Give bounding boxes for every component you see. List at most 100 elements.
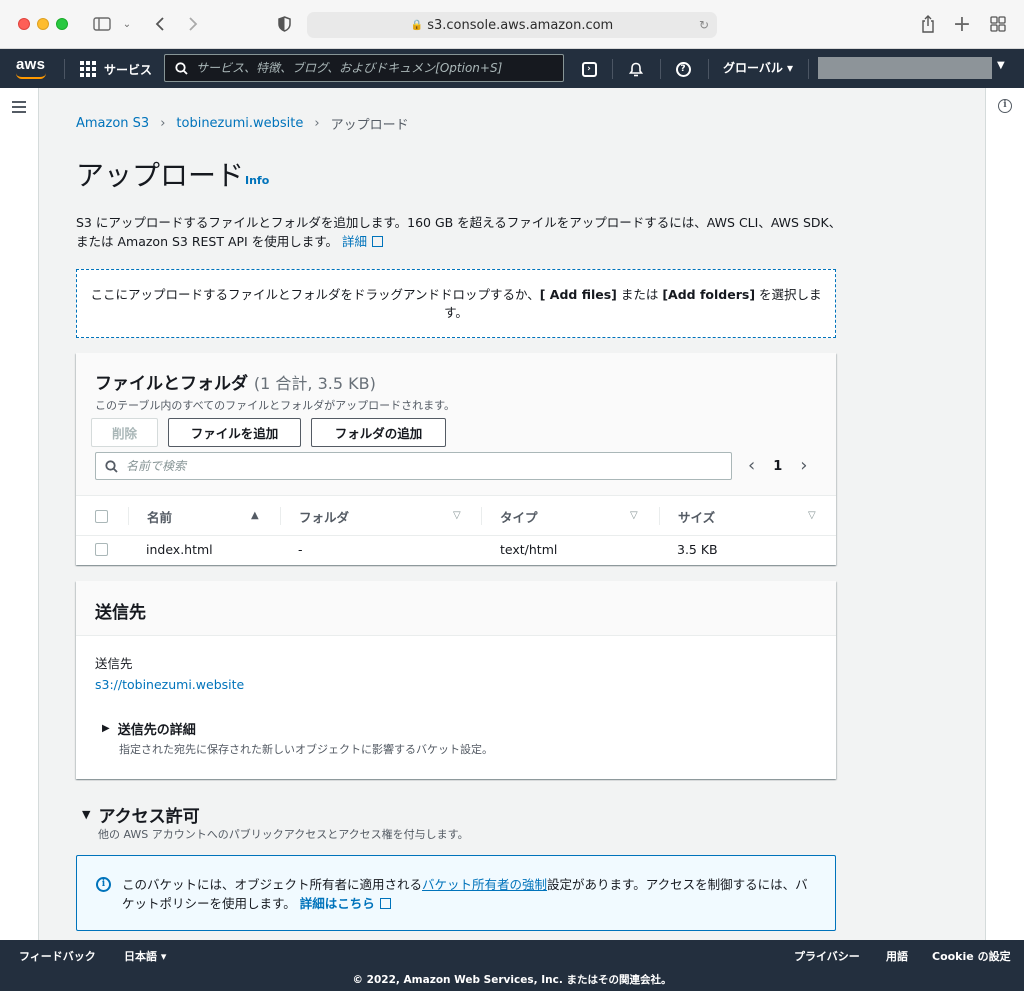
external-link-icon [371,236,383,247]
search-icon [175,61,188,75]
region-selector[interactable]: グローバル ▾ [723,59,793,76]
breadcrumb-s3[interactable]: Amazon S3 [76,116,149,131]
dropzone-text: または [616,287,663,302]
cookie-preferences-link[interactable]: Cookie の設定 [932,948,1011,964]
files-and-folders-panel: ファイルとフォルダ (1 合計, 3.5 KB) このテーブル内のすべてのファイ… [76,353,836,565]
search-icon [105,459,118,473]
sort-icon[interactable]: ▽ [808,510,816,521]
feedback-link[interactable]: フィードバック [19,948,96,964]
learn-more-link[interactable]: 詳細 [342,234,383,249]
column-divider [128,507,129,525]
bucket-owner-enforced-link[interactable]: バケット所有者の強制 [422,877,547,892]
right-tools-rail [985,88,1024,940]
info-icon: i [96,877,111,892]
destination-panel: 送信先 送信先 s3://tobinezumi.website ▶ 送信先の詳細… [76,581,836,779]
privacy-link[interactable]: プライバシー [794,948,860,964]
column-divider [280,507,281,525]
language-selector[interactable]: 日本語 ▾ [124,948,166,964]
table-search-box[interactable] [95,452,732,480]
table-row[interactable]: index.html - text/html 3.5 KB [76,536,836,565]
add-folder-button[interactable]: フォルダの追加 [311,418,446,447]
column-header-name[interactable]: 名前 [147,496,172,536]
terms-link[interactable]: 用語 [886,948,908,964]
destination-panel-header: 送信先 [76,581,836,636]
breadcrumb-current: アップロード [330,118,409,133]
breadcrumb: Amazon S3 › tobinezumi.website › アップロード [76,114,409,133]
cell-name: index.html [146,542,213,557]
grid-icon [80,61,96,77]
terminal-icon: › [581,61,597,77]
files-panel-subtitle: このテーブル内のすべてのファイルとフォルダがアップロードされます。 [95,399,456,412]
select-all-checkbox[interactable] [95,496,108,536]
nav-divider [660,59,661,79]
aws-logo[interactable]: aws [16,56,45,73]
info-link[interactable]: Info [245,174,269,187]
delete-button[interactable]: 削除 [91,418,158,447]
destination-value-link[interactable]: s3://tobinezumi.website [95,677,244,692]
menu-icon[interactable] [12,101,26,116]
share-icon[interactable] [918,12,938,36]
current-page-number[interactable]: 1 [773,459,782,474]
close-window-button[interactable] [18,18,30,30]
column-header-folder[interactable]: フォルダ [299,496,349,536]
account-menu[interactable] [818,57,992,79]
browser-toolbar: ⌄ 🔒 s3.console.aws.amazon.com ↻ + [0,0,1024,49]
help-button[interactable]: ? [672,58,694,80]
chevron-right-icon: › [314,116,320,131]
access-section-toggle[interactable]: ▼ アクセス許可 [82,802,200,827]
learn-more-link[interactable]: 詳細はこちら [300,896,391,911]
aws-top-nav: aws サービス › ? グローバル ▾ ▼ [0,49,1024,88]
destination-details-toggle[interactable]: ▶ 送信先の詳細 [102,719,196,738]
row-checkbox[interactable] [95,543,108,556]
upload-dropzone[interactable]: ここにアップロードするファイルとフォルダをドラッグアンドドロップするか、[ Ad… [76,269,836,338]
cloudshell-button[interactable]: › [578,58,600,80]
reload-icon[interactable]: ↻ [699,18,709,32]
cell-folder: - [298,542,303,557]
caret-down-icon[interactable]: ▼ [997,60,1005,71]
zoom-window-button[interactable] [56,18,68,30]
column-divider [659,507,660,525]
left-navigation-rail [0,88,39,940]
nav-divider [64,59,65,79]
back-arrow-icon[interactable] [151,12,169,36]
column-divider [481,507,482,525]
add-files-button[interactable]: ファイルを追加 [168,418,301,447]
description-text: S3 にアップロードするファイルとフォルダを追加します。160 GB を超えるフ… [76,215,842,249]
destination-title: 送信先 [95,603,146,623]
alert-text: このバケットには、オブジェクト所有者に適用される [122,877,423,892]
sort-icon[interactable]: ▽ [453,510,461,521]
forward-arrow-icon[interactable] [184,12,202,36]
bell-icon [629,62,643,76]
sort-icon[interactable]: ▽ [630,510,638,521]
new-tab-icon[interactable]: + [952,12,972,37]
chevron-down-icon[interactable]: ⌄ [121,12,133,36]
nav-divider [708,59,709,79]
breadcrumb-bucket[interactable]: tobinezumi.website [176,116,303,131]
sort-ascending-icon[interactable]: ▲ [251,510,259,521]
page-description: S3 にアップロードするファイルとフォルダを追加します。160 GB を超えるフ… [76,213,846,251]
global-search-input[interactable] [196,61,556,75]
services-label: サービス [104,62,153,77]
info-icon[interactable]: i [998,99,1012,113]
next-page-icon[interactable]: › [800,457,807,475]
notifications-button[interactable] [625,58,647,80]
column-header-size[interactable]: サイズ [678,496,715,536]
files-panel-header: ファイルとフォルダ (1 合計, 3.5 KB) このテーブル内のすべてのファイ… [76,353,836,496]
pagination: ‹ 1 › [748,457,807,475]
previous-page-icon[interactable]: ‹ [748,457,755,475]
shield-icon[interactable] [275,12,293,36]
add-folders-hint: [Add folders] [662,287,756,302]
global-search-box[interactable] [164,54,564,82]
name-search-input[interactable] [126,459,706,473]
tab-overview-icon[interactable] [988,12,1008,36]
sidebar-toggle-icon[interactable] [92,12,112,36]
column-header-type[interactable]: タイプ [500,496,538,536]
minimize-window-button[interactable] [37,18,49,30]
files-panel-title: ファイルとフォルダ (1 合計, 3.5 KB) [95,374,376,394]
chevron-right-icon: › [160,116,166,131]
dropzone-text: ここにアップロードするファイルとフォルダをドラッグアンドドロップするか、 [90,287,540,302]
address-bar[interactable]: 🔒 s3.console.aws.amazon.com ↻ [307,12,717,38]
services-menu-button[interactable]: サービス [80,59,152,79]
caret-down-icon: ▼ [82,808,91,821]
copyright-text: © 2022, Amazon Web Services, Inc. またはその関… [352,974,672,986]
